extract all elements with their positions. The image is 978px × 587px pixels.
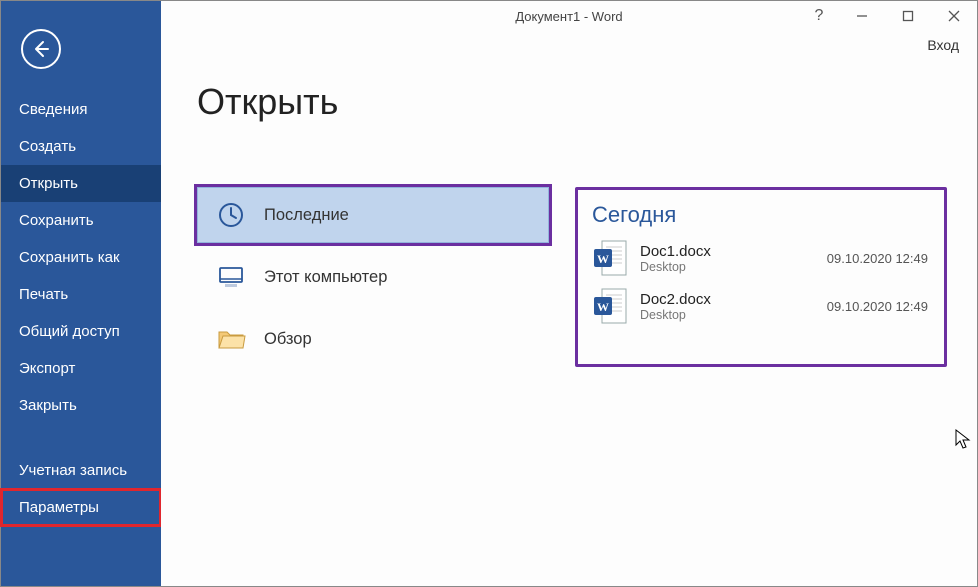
open-content: Последние Этот компьютер Обзор Сего — [161, 151, 977, 367]
file-date: 09.10.2020 12:49 — [827, 299, 928, 314]
svg-text:W: W — [597, 252, 609, 266]
word-doc-icon: W — [594, 239, 628, 277]
backstage-sidebar: Сведения Создать Открыть Сохранить Сохра… — [1, 1, 161, 586]
nav-spacer — [1, 424, 161, 452]
nav-save-as[interactable]: Сохранить как — [1, 239, 161, 276]
place-label: Этот компьютер — [264, 268, 387, 287]
maximize-button[interactable] — [885, 1, 931, 31]
nav-export[interactable]: Экспорт — [1, 350, 161, 387]
nav-options[interactable]: Параметры — [1, 489, 161, 526]
main-area: Документ1 - Word ? Вход Открыть — [161, 1, 977, 586]
file-meta: Doc1.docx Desktop — [640, 243, 815, 274]
place-this-pc[interactable]: Этот компьютер — [197, 249, 549, 305]
file-name: Doc2.docx — [640, 291, 815, 308]
place-label: Последние — [264, 206, 349, 225]
nav-label: Закрыть — [19, 397, 77, 414]
place-browse[interactable]: Обзор — [197, 311, 549, 367]
file-location: Desktop — [640, 308, 815, 322]
window-controls: ? — [799, 1, 977, 31]
places-list: Последние Этот компьютер Обзор — [197, 187, 549, 367]
recent-file-row[interactable]: W Doc1.docx Desktop 09.10.2020 12:49 — [592, 234, 930, 282]
word-doc-icon: W — [594, 287, 628, 325]
folder-icon — [216, 324, 246, 354]
file-name: Doc1.docx — [640, 243, 815, 260]
arrow-left-icon — [31, 39, 51, 59]
nav-label: Общий доступ — [19, 323, 120, 340]
nav-label: Печать — [19, 286, 68, 303]
nav-label: Учетная запись — [19, 462, 127, 479]
nav-info[interactable]: Сведения — [1, 91, 161, 128]
close-button[interactable] — [931, 1, 977, 31]
nav-label: Сведения — [19, 101, 88, 118]
nav-share[interactable]: Общий доступ — [1, 313, 161, 350]
nav-label: Сохранить — [19, 212, 94, 229]
recent-file-row[interactable]: W Doc2.docx Desktop 09.10.2020 12:49 — [592, 282, 930, 330]
place-recent[interactable]: Последние — [197, 187, 549, 243]
nav-label: Создать — [19, 138, 76, 155]
nav-save[interactable]: Сохранить — [1, 202, 161, 239]
sign-in-label: Вход — [927, 37, 959, 53]
svg-text:W: W — [597, 300, 609, 314]
nav-close[interactable]: Закрыть — [1, 387, 161, 424]
back-button[interactable] — [21, 29, 61, 69]
nav-label: Открыть — [19, 175, 78, 192]
minimize-button[interactable] — [839, 1, 885, 31]
file-date: 09.10.2020 12:49 — [827, 251, 928, 266]
file-location: Desktop — [640, 260, 815, 274]
group-title-today: Сегодня — [592, 202, 930, 228]
place-label: Обзор — [264, 330, 312, 349]
nav-new[interactable]: Создать — [1, 128, 161, 165]
app-window: Сведения Создать Открыть Сохранить Сохра… — [0, 0, 978, 587]
close-icon — [948, 10, 960, 22]
clock-icon — [216, 200, 246, 230]
file-meta: Doc2.docx Desktop — [640, 291, 815, 322]
recent-files-pane: Сегодня W Doc1.docx Desktop — [575, 187, 947, 367]
mouse-cursor-icon — [955, 429, 971, 451]
maximize-icon — [902, 10, 914, 22]
sign-in-link[interactable]: Вход — [927, 37, 959, 53]
nav-list: Сведения Создать Открыть Сохранить Сохра… — [1, 91, 161, 526]
nav-label: Параметры — [19, 499, 99, 516]
nav-print[interactable]: Печать — [1, 276, 161, 313]
nav-open[interactable]: Открыть — [1, 165, 161, 202]
nav-label: Сохранить как — [19, 249, 120, 266]
page-heading: Открыть — [197, 81, 977, 123]
titlebar: Документ1 - Word ? — [161, 1, 977, 31]
computer-icon — [216, 262, 246, 292]
help-button[interactable]: ? — [799, 1, 839, 31]
minimize-icon — [856, 10, 868, 22]
nav-label: Экспорт — [19, 360, 75, 377]
nav-account[interactable]: Учетная запись — [1, 452, 161, 489]
window-title: Документ1 - Word — [515, 9, 622, 24]
